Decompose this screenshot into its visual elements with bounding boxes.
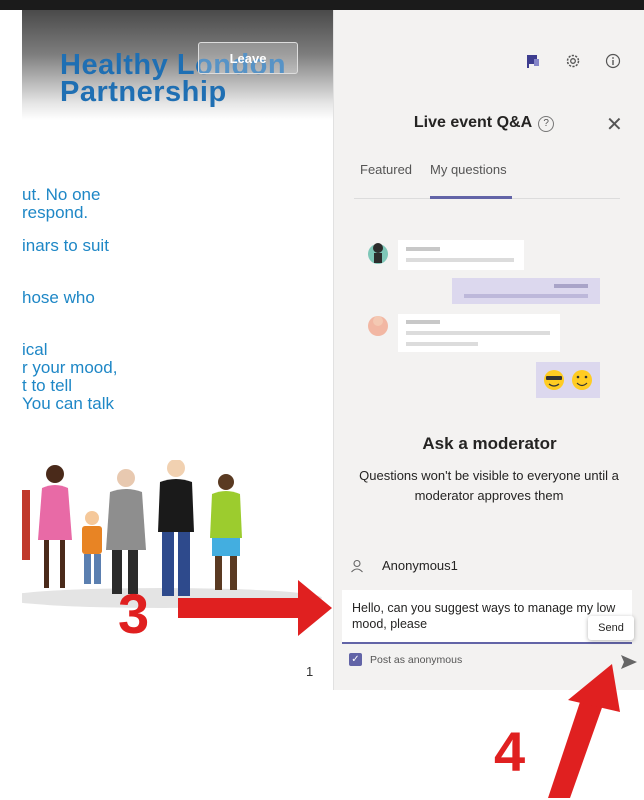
arrow-right-annotation	[178, 580, 332, 636]
annotation-arrows	[178, 580, 620, 798]
step-3-label: 3	[118, 582, 150, 645]
arrow-up-annotation	[548, 664, 620, 798]
step-4-label: 4	[494, 720, 526, 783]
